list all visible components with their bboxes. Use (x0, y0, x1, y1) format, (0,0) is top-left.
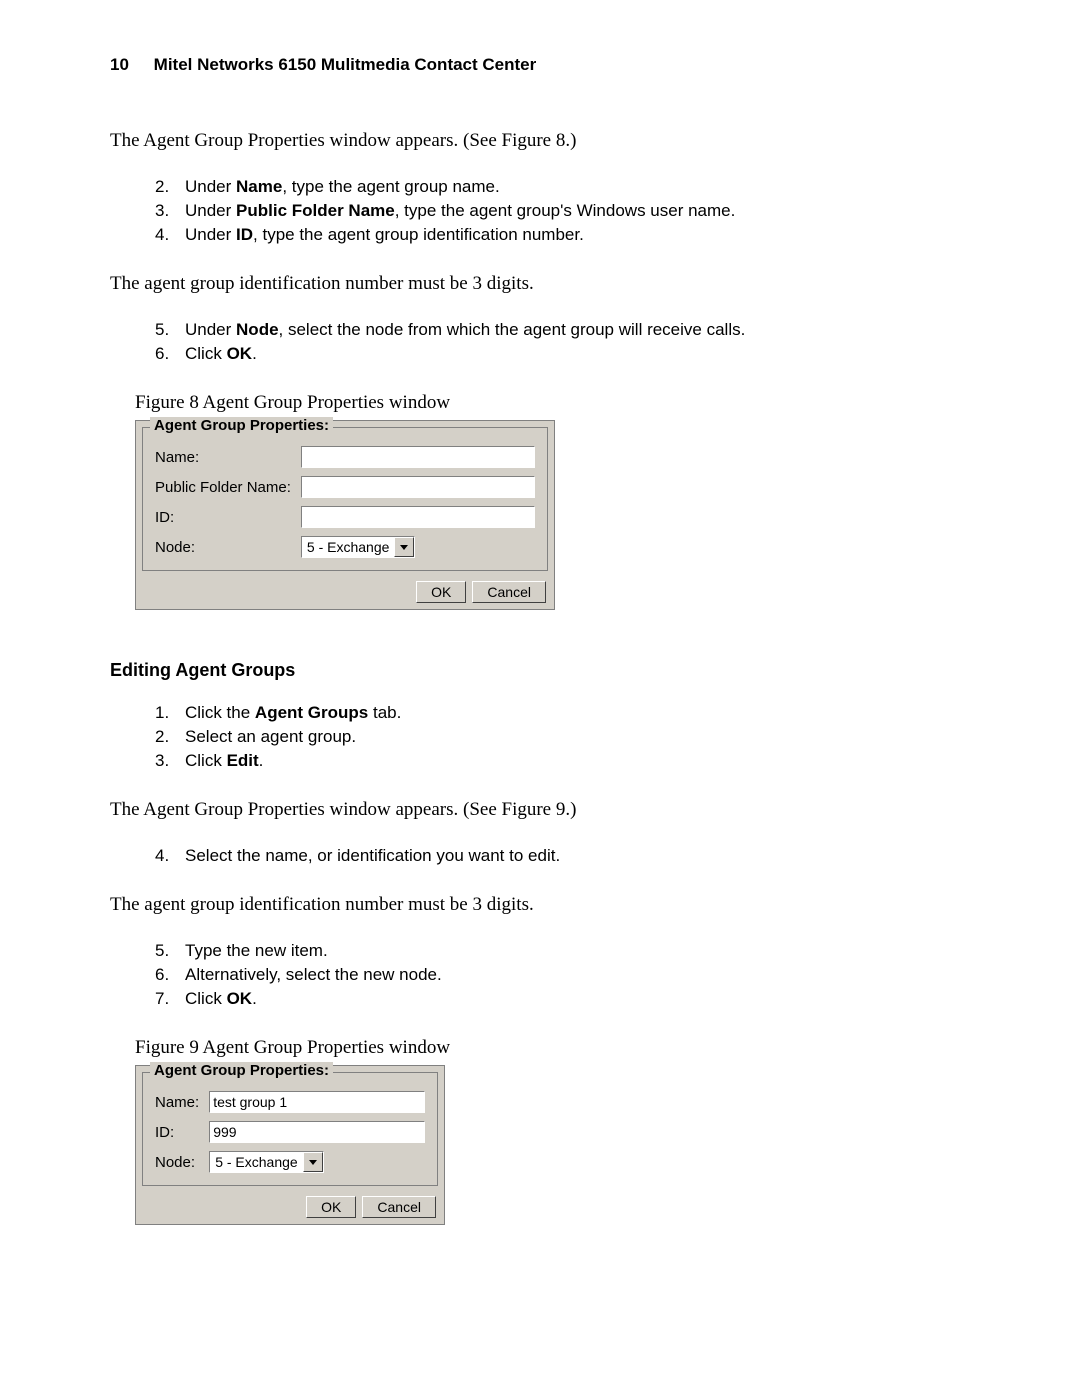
fig9-name-input[interactable] (209, 1091, 425, 1113)
fig8-pfn-input[interactable] (301, 476, 535, 498)
steps-5-6: 5.Under Node, select the node from which… (110, 320, 970, 364)
fig8-node-label: Node: (151, 532, 297, 562)
intro-figure9: The Agent Group Properties window appear… (110, 799, 970, 821)
steps-edit-5-7: 5.Type the new item. 6.Alternatively, se… (110, 941, 970, 1009)
chevron-down-icon[interactable] (303, 1152, 323, 1172)
steps-2-4: 2.Under Name, type the agent group name.… (110, 177, 970, 245)
page-title: Mitel Networks 6150 Mulitmedia Contact C… (154, 55, 537, 74)
page-number: 10 (110, 55, 129, 74)
steps-edit-4: 4.Select the name, or identification you… (110, 846, 970, 866)
figure9-legend: Agent Group Properties: (150, 1062, 333, 1079)
fig9-cancel-button[interactable]: Cancel (362, 1196, 436, 1218)
fig8-ok-button[interactable]: OK (416, 581, 466, 603)
fig9-name-label: Name: (151, 1087, 205, 1117)
fig8-node-value: 5 - Exchange (302, 537, 395, 557)
fig9-node-select[interactable]: 5 - Exchange (209, 1151, 324, 1173)
chevron-down-icon[interactable] (394, 537, 414, 557)
fig8-cancel-button[interactable]: Cancel (472, 581, 546, 603)
editing-agent-groups-head: Editing Agent Groups (110, 660, 970, 681)
figure8-legend: Agent Group Properties: (150, 417, 333, 434)
page-header: 10 Mitel Networks 6150 Mulitmedia Contac… (110, 55, 970, 75)
intro-figure8: The Agent Group Properties window appear… (110, 130, 970, 152)
fig8-name-label: Name: (151, 442, 297, 472)
fig8-pfn-label: Public Folder Name: (151, 472, 297, 502)
fig9-node-label: Node: (151, 1147, 205, 1177)
figure9-caption: Figure 9 Agent Group Properties window (135, 1037, 970, 1059)
fig9-id-input[interactable] (209, 1121, 425, 1143)
fig8-id-input[interactable] (301, 506, 535, 528)
note-3-digits-1: The agent group identification number mu… (110, 273, 970, 295)
fig9-id-label: ID: (151, 1117, 205, 1147)
fig9-ok-button[interactable]: OK (306, 1196, 356, 1218)
steps-edit-1-3: 1.Click the Agent Groups tab. 2.Select a… (110, 703, 970, 771)
figure8-caption: Figure 8 Agent Group Properties window (135, 392, 970, 414)
fig8-name-input[interactable] (301, 446, 535, 468)
figure9-dialog: Agent Group Properties: Name: ID: Node: … (135, 1065, 445, 1225)
figure8-dialog: Agent Group Properties: Name: Public Fol… (135, 420, 555, 610)
note-3-digits-2: The agent group identification number mu… (110, 894, 970, 916)
fig8-node-select[interactable]: 5 - Exchange (301, 536, 416, 558)
fig9-node-value: 5 - Exchange (210, 1152, 303, 1172)
fig8-id-label: ID: (151, 502, 297, 532)
